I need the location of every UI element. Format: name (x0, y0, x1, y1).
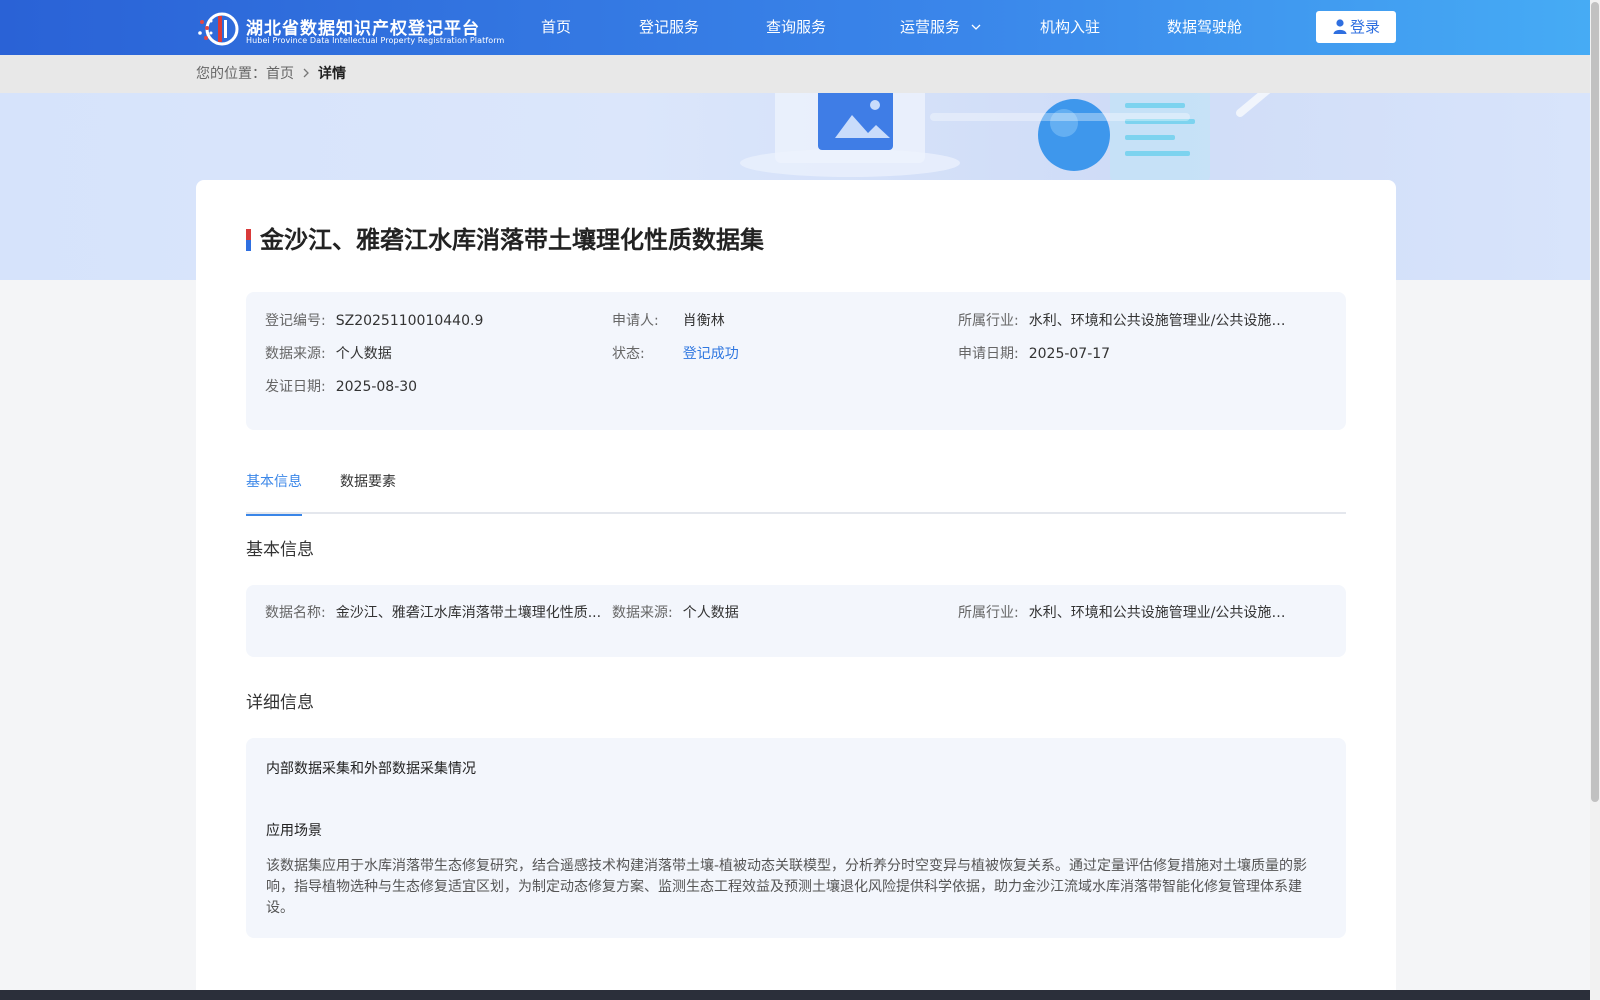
detail-card: 金沙江、雅砻江水库消落带土壤理化性质数据集 登记编号: SZ20251100104… (196, 180, 1396, 1000)
basic-source-label: 数据来源: (612, 605, 673, 621)
basic-name: 数据名称: 金沙江、雅砻江水库消落带土壤理化性质... (265, 603, 606, 623)
nav-operations-label: 运营服务 (900, 18, 961, 36)
basic-industry-label: 所属行业: (958, 605, 1019, 621)
basic-source: 数据来源: 个人数据 (612, 603, 739, 623)
nav-registration[interactable]: 登记服务 (639, 0, 699, 55)
basic-info-heading: 基本信息 (246, 540, 314, 560)
reg-no-label: 登记编号: (265, 313, 326, 329)
scenario-heading: 应用场景 (266, 823, 322, 839)
detail-info-heading: 详细信息 (246, 693, 314, 713)
breadcrumb: 您的位置：首页 详情 (196, 55, 346, 93)
tab-data-elements[interactable]: 数据要素 (340, 470, 396, 514)
detail-info-panel: 内部数据采集和外部数据采集情况 应用场景 该数据集应用于水库消落带生态修复研究，… (246, 738, 1346, 938)
nav-query-label: 查询服务 (766, 18, 827, 36)
breadcrumb-prefix: 您的位置： (196, 66, 266, 82)
nav-operations[interactable]: 运营服务 (900, 0, 981, 55)
field-source: 数据来源: 个人数据 (265, 344, 392, 364)
basic-industry: 所属行业: 水利、环境和公共设施管理业/公共设施管... (958, 603, 1299, 623)
user-icon (1333, 19, 1347, 34)
nav-cockpit[interactable]: 数据驾驶舱 (1167, 0, 1242, 55)
platform-logo-icon (198, 12, 239, 46)
apply-date-label: 申请日期: (958, 346, 1019, 362)
nav-registration-label: 登记服务 (639, 18, 700, 36)
page-title: 金沙江、雅砻江水库消落带土壤理化性质数据集 (260, 225, 764, 254)
nav-institution[interactable]: 机构入驻 (1040, 0, 1100, 55)
top-navbar: 湖北省数据知识产权登记平台 Hubei Province Data Intell… (0, 0, 1600, 55)
basic-source-value: 个人数据 (682, 605, 739, 621)
field-status: 状态: 登记成功 (612, 344, 739, 364)
tab-basic-info[interactable]: 基本信息 (246, 470, 302, 516)
nav-institution-label: 机构入驻 (1040, 18, 1101, 36)
site-subtitle: Hubei Province Data Intellectual Propert… (246, 36, 505, 45)
scrollbar-thumb[interactable] (1591, 2, 1599, 802)
page-scrollbar[interactable] (1590, 0, 1600, 1000)
breadcrumb-current: 详情 (318, 66, 346, 82)
basic-info-panel: 数据名称: 金沙江、雅砻江水库消落带土壤理化性质... 数据来源: 个人数据 所属行… (246, 585, 1346, 657)
site-logo[interactable]: 湖北省数据知识产权登记平台 Hubei Province Data Intell… (196, 10, 504, 48)
applicant-label: 申请人: (612, 313, 659, 329)
industry-value: 水利、环境和公共设施管理业/公共设施管... (1028, 313, 1299, 329)
breadcrumb-home[interactable]: 首页 (266, 66, 294, 82)
nav-query[interactable]: 查询服务 (766, 0, 826, 55)
title-flag-icon (246, 229, 251, 251)
field-apply-date: 申请日期: 2025-07-17 (958, 344, 1110, 364)
cert-date-value: 2025-08-30 (335, 379, 418, 395)
chevron-down-icon (971, 1, 981, 56)
summary-panel: 登记编号: SZ2025110010440.9 申请人: 肖衡林 所属行业: 水利、环… (246, 292, 1346, 430)
tab-bar: 基本信息 数据要素 (246, 470, 1346, 516)
chevron-right-icon (302, 66, 310, 82)
login-label: 登录 (1349, 18, 1380, 36)
field-applicant: 申请人: 肖衡林 (612, 311, 725, 331)
nav-cockpit-label: 数据驾驶舱 (1167, 18, 1243, 36)
source-label: 数据来源: (265, 346, 326, 362)
source-value: 个人数据 (335, 346, 392, 362)
scenario-text: 该数据集应用于水库消落带生态修复研究，结合遥感技术构建消落带土壤-植被动态关联模… (266, 858, 1308, 916)
footer-strip (0, 990, 1590, 1000)
collection-heading: 内部数据采集和外部数据采集情况 (266, 761, 476, 777)
field-industry: 所属行业: 水利、环境和公共设施管理业/公共设施管... (958, 311, 1299, 331)
basic-industry-value: 水利、环境和公共设施管理业/公共设施管... (1028, 605, 1299, 621)
cert-date-label: 发证日期: (265, 379, 326, 395)
status-badge: 登记成功 (682, 346, 739, 362)
basic-name-value: 金沙江、雅砻江水库消落带土壤理化性质... (335, 605, 602, 621)
industry-label: 所属行业: (958, 313, 1019, 329)
breadcrumb-bar: 您的位置：首页 详情 (0, 55, 1590, 93)
applicant-value: 肖衡林 (682, 313, 725, 329)
login-button[interactable]: 登录 (1316, 11, 1396, 43)
status-label: 状态: (612, 346, 645, 362)
field-cert-date: 发证日期: 2025-08-30 (265, 377, 417, 397)
nav-home-label: 首页 (541, 18, 572, 36)
apply-date-value: 2025-07-17 (1028, 346, 1111, 362)
reg-no-value: SZ2025110010440.9 (335, 313, 484, 329)
nav-home[interactable]: 首页 (541, 0, 571, 55)
field-reg-no: 登记编号: SZ2025110010440.9 (265, 311, 483, 331)
basic-name-label: 数据名称: (265, 605, 326, 621)
